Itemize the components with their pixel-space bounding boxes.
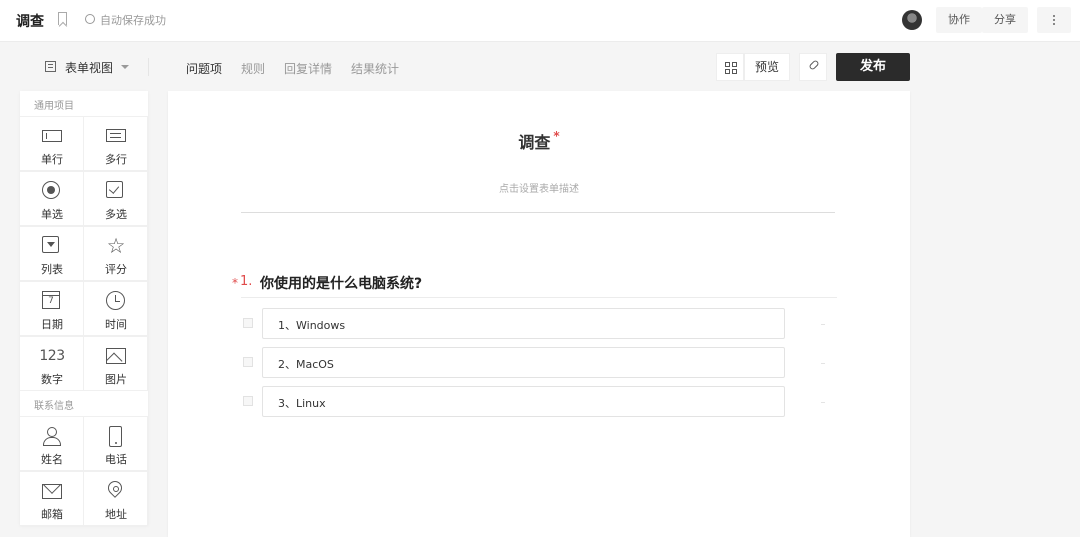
divider (148, 58, 149, 76)
form-title-text: 调查 (518, 133, 551, 152)
palette-item-phone[interactable]: 电话 (84, 416, 148, 471)
option-input[interactable]: 2、MacOS (262, 347, 785, 378)
mail-icon (42, 484, 62, 499)
top-bar: 调查 自动保存成功 协作 分享 (0, 0, 1080, 42)
palette-heading-contact: 联系信息 (34, 401, 74, 412)
palette-item-number[interactable]: 123 数字 (20, 336, 84, 391)
palette-item-label: 多选 (105, 208, 127, 221)
palette-heading-common: 通用项目 (34, 101, 74, 112)
palette-item-single-line[interactable]: 单行 (20, 116, 84, 171)
palette-item-list[interactable]: 列表 (20, 226, 84, 281)
save-status: 自动保存成功 (100, 14, 166, 27)
option-text: 3、Linux (278, 397, 326, 410)
question-title[interactable]: 你使用的是什么电脑系统? (260, 273, 422, 293)
option-checkbox[interactable] (243, 396, 253, 406)
person-icon (42, 426, 62, 446)
field-palette: 通用项目 单行 多行 单选 多选 列表 ☆ 评分 7 日期 时间 123 数字 … (20, 91, 148, 526)
location-icon (108, 481, 124, 501)
palette-item-label: 时间 (105, 318, 127, 331)
palette-item-email[interactable]: 邮箱 (20, 471, 84, 526)
star-icon: ☆ (106, 234, 126, 258)
phone-icon (109, 426, 122, 447)
divider (241, 297, 837, 298)
more-dot (1053, 19, 1055, 21)
link-icon (808, 59, 820, 71)
caret-down-icon (121, 65, 129, 69)
qr-cell (732, 62, 737, 67)
doc-title[interactable]: 调查 (16, 11, 44, 31)
tab-statistics[interactable]: 结果统计 (351, 60, 399, 77)
qr-code-button[interactable] (716, 53, 744, 81)
calendar-icon: 7 (42, 291, 60, 309)
palette-item-label: 日期 (41, 318, 63, 331)
preview-button[interactable]: 预览 (744, 53, 790, 81)
tab-questions[interactable]: 问题项 (186, 60, 222, 77)
more-dots-icon (1053, 15, 1055, 17)
palette-item-label: 数字 (41, 373, 63, 386)
tab-replies[interactable]: 回复详情 (284, 60, 332, 77)
publish-button[interactable]: 发布 (836, 53, 910, 81)
palette-item-rating[interactable]: ☆ 评分 (84, 226, 148, 281)
question-number: 1. (240, 274, 253, 289)
palette-item-label: 电话 (105, 453, 127, 466)
palette-item-label: 多行 (105, 153, 127, 166)
palette-item-label: 地址 (105, 508, 127, 521)
image-icon (106, 348, 126, 364)
option-handle-icon[interactable] (821, 363, 825, 364)
option-handle-icon[interactable] (821, 402, 825, 403)
number-icon: 123 (39, 348, 65, 364)
check-circle-icon (85, 14, 95, 24)
qr-cell (732, 69, 737, 74)
required-mark: * (553, 129, 560, 143)
palette-item-address[interactable]: 地址 (84, 471, 148, 526)
form-view-icon (45, 61, 56, 72)
option-checkbox[interactable] (243, 357, 253, 367)
multi-line-icon (106, 129, 126, 142)
divider (241, 212, 835, 213)
palette-item-checkbox[interactable]: 多选 (84, 171, 148, 226)
clock-icon (106, 291, 125, 310)
palette-item-label: 单行 (41, 153, 63, 166)
option-checkbox[interactable] (243, 318, 253, 328)
collaborate-button[interactable]: 协作 (936, 7, 982, 33)
form-description[interactable]: 点击设置表单描述 (168, 180, 910, 195)
qr-cell (725, 69, 730, 74)
form-canvas: 调查 * 点击设置表单描述 * 1. 你使用的是什么电脑系统? 1、Windows… (168, 91, 910, 537)
checkbox-icon (106, 181, 123, 198)
palette-item-image[interactable]: 图片 (84, 336, 148, 391)
bookmark-icon[interactable] (58, 12, 67, 25)
option-handle-icon[interactable] (821, 324, 825, 325)
palette-item-label: 图片 (105, 373, 127, 386)
qr-code-icon (725, 62, 737, 74)
view-label: 表单视图 (65, 61, 114, 75)
palette-item-time[interactable]: 时间 (84, 281, 148, 336)
option-input[interactable]: 1、Windows (262, 308, 785, 339)
dropdown-list-icon (42, 236, 59, 253)
palette-item-label: 评分 (105, 263, 127, 276)
avatar[interactable] (902, 10, 922, 30)
form-title[interactable]: 调查 * (168, 129, 910, 153)
palette-item-multi-line[interactable]: 多行 (84, 116, 148, 171)
more-dot (1053, 23, 1055, 25)
option-text: 1、Windows (278, 319, 346, 332)
palette-item-label: 单选 (41, 208, 63, 221)
qr-cell (725, 62, 730, 67)
tab-rules[interactable]: 规则 (241, 60, 265, 77)
palette-item-label: 列表 (41, 263, 63, 276)
more-menu-button[interactable] (1037, 7, 1071, 33)
palette-item-label: 姓名 (41, 453, 63, 466)
option-text: 2、MacOS (278, 358, 334, 371)
palette-item-label: 邮箱 (41, 508, 63, 521)
palette-item-date[interactable]: 7 日期 (20, 281, 84, 336)
single-line-icon (42, 130, 62, 142)
palette-item-radio[interactable]: 单选 (20, 171, 84, 226)
radio-icon (42, 181, 60, 199)
palette-item-name[interactable]: 姓名 (20, 416, 84, 471)
option-input[interactable]: 3、Linux (262, 386, 785, 417)
copy-link-button[interactable] (799, 53, 827, 81)
share-button[interactable]: 分享 (982, 7, 1028, 33)
required-mark: * (232, 276, 238, 290)
